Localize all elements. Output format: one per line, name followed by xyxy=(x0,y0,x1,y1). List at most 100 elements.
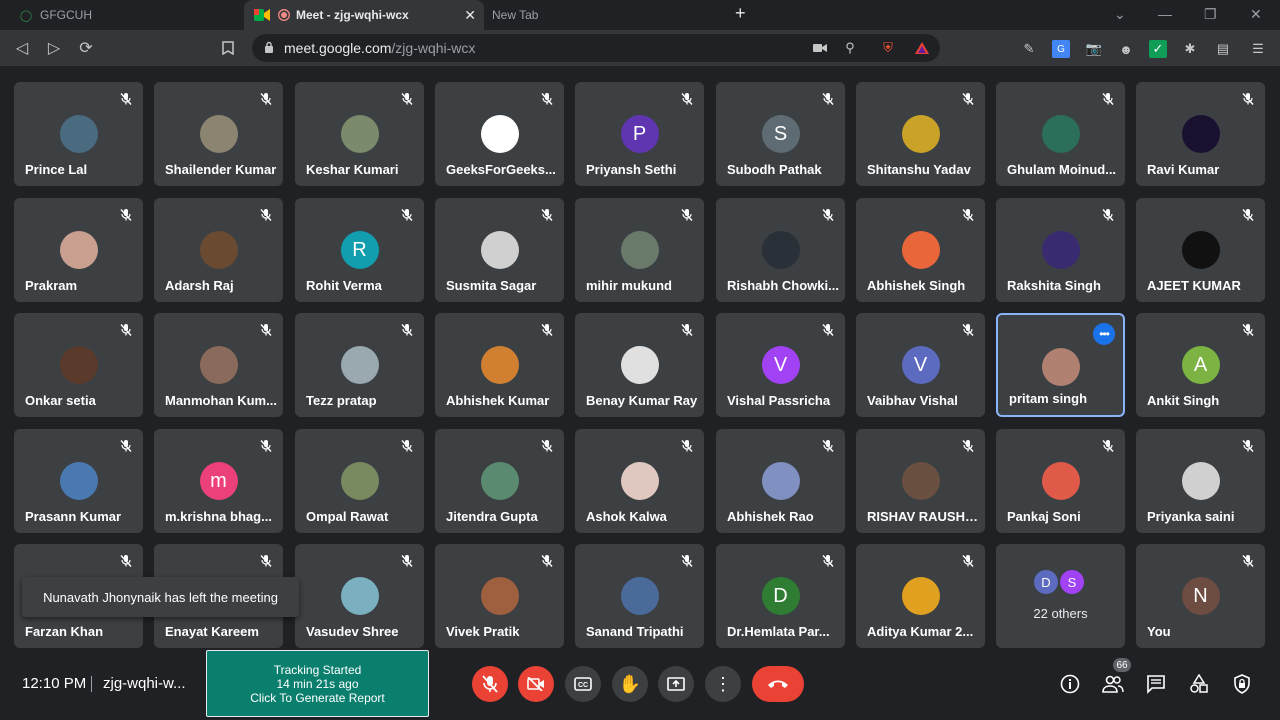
participant-tile[interactable]: R Rohit Verma xyxy=(295,198,424,302)
zoom-icon[interactable]: ⚲ xyxy=(842,40,858,56)
leave-call-button[interactable] xyxy=(752,666,804,702)
captions-button[interactable]: CC xyxy=(565,666,601,702)
url-host: meet.google.com xyxy=(284,40,392,56)
participant-tile[interactable]: S Subodh Pathak xyxy=(716,82,845,186)
participant-tile[interactable]: P Priyansh Sethi xyxy=(575,82,704,186)
camera-off-button[interactable] xyxy=(518,666,554,702)
meeting-details-button[interactable] xyxy=(1059,673,1081,695)
close-window-icon[interactable]: ✕ xyxy=(1250,6,1262,23)
brave-rewards-icon[interactable] xyxy=(914,40,930,56)
participant-tile[interactable]: Shitanshu Yadav xyxy=(856,82,985,186)
participant-tile[interactable]: Priyanka saini xyxy=(1136,429,1265,533)
avatar xyxy=(340,577,379,615)
activities-shapes-icon xyxy=(1190,674,1208,693)
host-controls-button[interactable] xyxy=(1231,673,1253,695)
participant-tile[interactable]: Ashok Kalwa xyxy=(575,429,704,533)
bookmark-icon[interactable] xyxy=(218,38,238,58)
meeting-controls-bar: 12:10 PM zjg-wqhi-w... Tracking Started … xyxy=(0,650,1280,720)
participant-tile[interactable]: Rishabh Chowki... xyxy=(716,198,845,302)
reload-icon[interactable]: ⟳ xyxy=(76,38,96,58)
participant-tile[interactable]: Onkar setia xyxy=(14,313,143,417)
more-options-button[interactable]: ⋮ xyxy=(705,666,741,702)
face-extension-icon[interactable]: ☻ xyxy=(1117,40,1135,58)
present-screen-button[interactable] xyxy=(658,666,694,702)
participant-tile[interactable]: N You xyxy=(1136,544,1265,648)
maximize-icon[interactable]: ❐ xyxy=(1204,6,1217,23)
tab-meet[interactable]: Meet - zjg-wqhi-wcx ✕ xyxy=(244,0,484,30)
participant-name: Keshar Kumari xyxy=(306,162,399,177)
participant-tile[interactable]: Keshar Kumari xyxy=(295,82,424,186)
participant-tile[interactable]: Sanand Tripathi xyxy=(575,544,704,648)
svg-text:CC: CC xyxy=(578,682,588,689)
tab-search-chevron-icon[interactable]: ⌄ xyxy=(1114,6,1126,23)
participant-tile[interactable]: Pankaj Soni xyxy=(996,429,1125,533)
forward-icon[interactable]: ▷ xyxy=(44,38,64,58)
participant-tile[interactable]: Prince Lal xyxy=(14,82,143,186)
participant-tile[interactable]: Benay Kumar Ray xyxy=(575,313,704,417)
participant-tile[interactable]: m m.krishna bhag... xyxy=(154,429,283,533)
participant-tile[interactable]: Ompal Rawat xyxy=(295,429,424,533)
participant-tile[interactable]: Tezz pratap xyxy=(295,313,424,417)
activities-button[interactable] xyxy=(1188,673,1210,695)
participant-tile[interactable]: Vasudev Shree xyxy=(295,544,424,648)
extensions-puzzle-icon[interactable]: ✱ xyxy=(1181,40,1199,58)
people-button[interactable] xyxy=(1102,673,1124,695)
attendance-tracker-button[interactable]: Tracking Started 14 min 21s ago Click To… xyxy=(206,650,429,717)
tile-more-options-icon[interactable]: ••• xyxy=(1093,323,1115,345)
participant-tile[interactable]: Adarsh Raj xyxy=(154,198,283,302)
participant-tile[interactable]: Rakshita Singh xyxy=(996,198,1125,302)
participant-tile[interactable]: Vivek Pratik xyxy=(435,544,564,648)
camera-in-use-icon[interactable] xyxy=(812,40,828,56)
participant-name: Vaibhav Vishal xyxy=(867,393,958,408)
participant-tile[interactable]: AJEET KUMAR xyxy=(1136,198,1265,302)
meeting-code[interactable]: zjg-wqhi-w... xyxy=(103,675,186,692)
participant-tile[interactable]: Ravi Kumar xyxy=(1136,82,1265,186)
participant-tile[interactable]: Abhishek Singh xyxy=(856,198,985,302)
participant-tile[interactable]: Prasann Kumar xyxy=(14,429,143,533)
participant-tile[interactable]: Aditya Kumar 2... xyxy=(856,544,985,648)
screenshot-camera-icon[interactable]: 📷 xyxy=(1085,40,1103,58)
chat-button[interactable] xyxy=(1145,673,1167,695)
wallet-icon[interactable]: ▤ xyxy=(1214,40,1232,58)
participant-tile[interactable]: Susmita Sagar xyxy=(435,198,564,302)
participant-tile[interactable]: Manmohan Kum... xyxy=(154,313,283,417)
participant-tile[interactable]: V Vaibhav Vishal xyxy=(856,313,985,417)
participant-tile[interactable]: RISHAV RAUSHAN xyxy=(856,429,985,533)
pen-icon[interactable]: ✎ xyxy=(1020,40,1038,58)
minimize-icon[interactable]: — xyxy=(1158,6,1172,22)
participant-name: Pankaj Soni xyxy=(1007,509,1081,524)
avatar xyxy=(1181,115,1220,153)
participant-tile[interactable]: mihir mukund xyxy=(575,198,704,302)
raise-hand-button[interactable]: ✋ xyxy=(612,666,648,702)
tab-new-tab[interactable]: New Tab xyxy=(482,0,722,30)
lock-icon xyxy=(264,40,274,56)
participant-tile[interactable]: D Dr.Hemlata Par... xyxy=(716,544,845,648)
participant-tile[interactable]: ••• pritam singh xyxy=(996,313,1125,417)
mic-muted-icon xyxy=(540,323,554,337)
participant-tile[interactable]: Abhishek Rao xyxy=(716,429,845,533)
participant-tile[interactable]: Shailender Kumar xyxy=(154,82,283,186)
avatar xyxy=(901,462,940,500)
back-icon[interactable]: ◁ xyxy=(12,38,32,58)
participant-tile[interactable]: Abhishek Kumar xyxy=(435,313,564,417)
others-tile[interactable]: D S 22 others xyxy=(996,544,1125,648)
brave-shield-icon[interactable]: ⛨ xyxy=(880,40,896,56)
participant-tile[interactable]: A Ankit Singh xyxy=(1136,313,1265,417)
checkmark-extension-icon[interactable]: ✓ xyxy=(1149,40,1167,58)
participant-tile[interactable]: Ghulam Moinud... xyxy=(996,82,1125,186)
participant-tile[interactable]: Jitendra Gupta xyxy=(435,429,564,533)
tab-gfgcuh[interactable]: ◯ GFGCUH xyxy=(8,0,242,30)
microphone-off-button[interactable] xyxy=(472,666,508,702)
participant-tile[interactable]: Prakram xyxy=(14,198,143,302)
participant-name: Prince Lal xyxy=(25,162,88,177)
participant-tile[interactable]: GeeksForGeeks... xyxy=(435,82,564,186)
new-tab-plus-icon[interactable]: + xyxy=(735,3,746,24)
camera-off-icon xyxy=(527,677,544,691)
avatar xyxy=(1041,115,1080,153)
close-tab-icon[interactable]: ✕ xyxy=(464,7,476,24)
menu-icon[interactable]: ☰ xyxy=(1249,40,1267,58)
participant-name: Rohit Verma xyxy=(306,278,382,293)
participant-tile[interactable]: V Vishal Passricha xyxy=(716,313,845,417)
translate-icon[interactable]: G xyxy=(1052,40,1070,58)
address-bar[interactable]: meet.google.com/zjg-wqhi-wcx ⚲ ⛨ xyxy=(252,34,940,62)
